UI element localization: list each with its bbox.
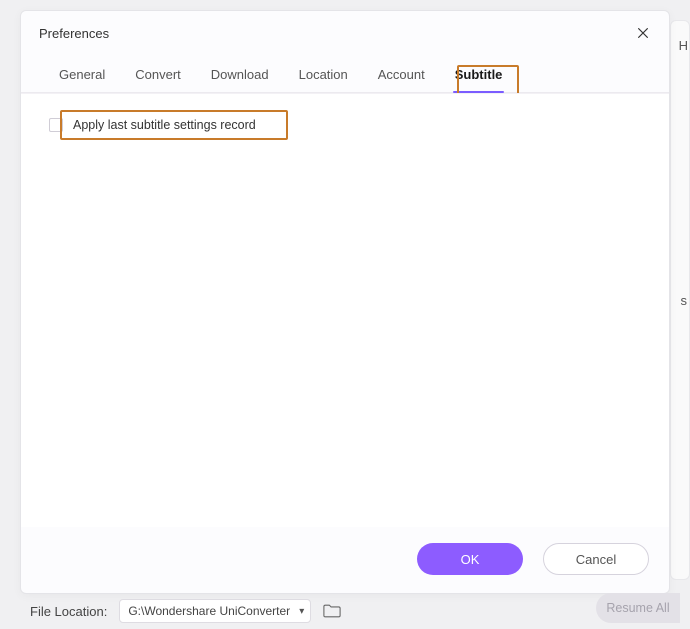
- file-location-label: File Location:: [30, 604, 107, 619]
- dialog-header: Preferences: [21, 11, 669, 49]
- close-icon: [636, 26, 650, 40]
- tab-convert[interactable]: Convert: [133, 59, 183, 92]
- background-letter: s: [681, 293, 688, 308]
- dialog-title: Preferences: [39, 26, 109, 41]
- dialog-content: Apply last subtitle settings record: [21, 93, 669, 527]
- tab-location[interactable]: Location: [297, 59, 350, 92]
- resume-all-button[interactable]: Resume All: [596, 593, 680, 623]
- apply-last-subtitle-label: Apply last subtitle settings record: [73, 118, 256, 132]
- tab-general[interactable]: General: [57, 59, 107, 92]
- ok-button[interactable]: OK: [417, 543, 523, 575]
- file-location-path: G:\Wondershare UniConverter: [128, 604, 293, 618]
- tab-subtitle[interactable]: Subtitle: [453, 59, 505, 92]
- tab-download[interactable]: Download: [209, 59, 271, 92]
- close-button[interactable]: [635, 25, 651, 41]
- file-location-select[interactable]: G:\Wondershare UniConverter ▾: [119, 599, 311, 623]
- background-letter: H: [679, 38, 688, 53]
- bottom-bar: File Location: G:\Wondershare UniConvert…: [30, 599, 680, 623]
- chevron-down-icon: ▾: [299, 606, 304, 617]
- cancel-button[interactable]: Cancel: [543, 543, 649, 575]
- dialog-footer: OK Cancel: [21, 527, 669, 593]
- apply-last-subtitle-checkbox[interactable]: [49, 118, 63, 132]
- apply-last-subtitle-row[interactable]: Apply last subtitle settings record: [43, 112, 266, 138]
- folder-icon[interactable]: [323, 603, 341, 619]
- preferences-dialog: Preferences General Convert Download Loc…: [20, 10, 670, 594]
- tabs-bar: General Convert Download Location Accoun…: [21, 49, 669, 93]
- tab-account[interactable]: Account: [376, 59, 427, 92]
